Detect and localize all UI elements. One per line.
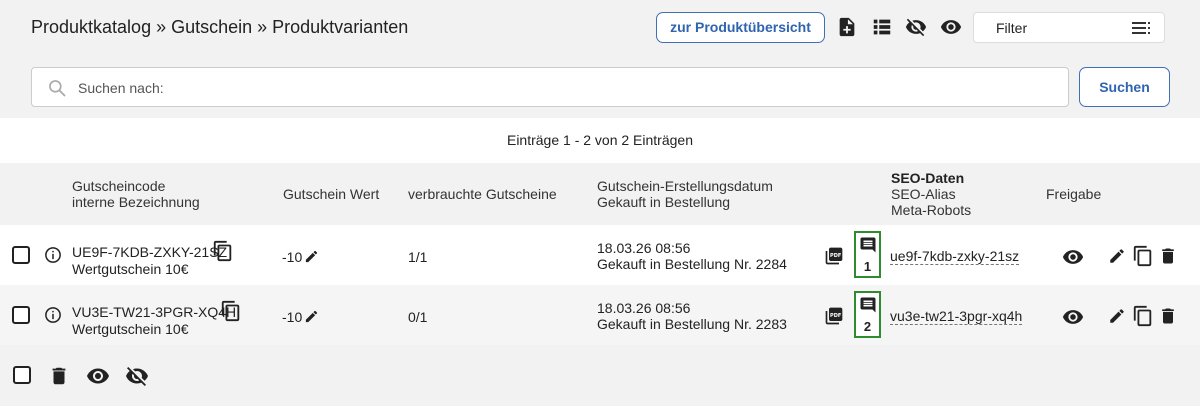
header-internal-name: interne Bezeichnung [72, 194, 200, 210]
bulk-delete-icon[interactable] [48, 364, 70, 388]
header-meta-robots: Meta-Robots [891, 202, 972, 218]
edit-icon[interactable] [1108, 307, 1126, 325]
svg-text:PDF: PDF [830, 253, 841, 259]
used-count: 0/1 [408, 309, 428, 325]
voucher-code: VU3E-TW21-3PGR-XQ4H [72, 304, 237, 320]
seo-alias-link[interactable]: ue9f-7kdb-zxky-21sz [890, 249, 1020, 265]
row-checkbox[interactable] [12, 306, 30, 324]
delete-icon[interactable] [1158, 245, 1178, 267]
bulk-actions-bar [0, 345, 1200, 406]
voucher-code: UE9F-7KDB-ZXKY-21SZ [72, 244, 228, 260]
eye-icon[interactable] [1062, 306, 1084, 328]
header-created: Gutschein-Erstellungsdatum [597, 178, 773, 194]
seo-alias-link[interactable]: vu3e-tw21-3pgr-xq4h [890, 309, 1023, 325]
row-checkbox[interactable] [12, 246, 30, 264]
search-input[interactable]: Suchen nach: [31, 67, 1069, 107]
filter-label: Filter [996, 20, 1028, 36]
edit-pencil-icon[interactable] [304, 249, 319, 264]
voucher-value: -10 [282, 309, 303, 325]
pdf-icon[interactable]: PDF [824, 306, 844, 326]
table-header: Gutscheincode interne Bezeichnung Gutsch… [0, 163, 1200, 225]
duplicate-icon[interactable] [1132, 245, 1154, 267]
header-used: verbrauchte Gutscheine [408, 186, 557, 202]
select-all-checkbox[interactable] [13, 366, 31, 384]
bulk-hide-icon[interactable] [125, 364, 149, 388]
search-placeholder: Suchen nach: [78, 80, 164, 96]
internal-name: Wertgutschein 10€ [72, 321, 189, 337]
header-value: Gutschein Wert [283, 186, 380, 202]
voucher-value: -10 [282, 249, 303, 265]
copy-icon[interactable] [212, 240, 234, 262]
duplicate-icon[interactable] [1132, 305, 1154, 327]
comments-button[interactable]: 2 [854, 291, 881, 338]
comments-button[interactable]: 1 [854, 231, 881, 278]
order-info: Gekauft in Bestellung Nr. 2284 [597, 256, 787, 272]
header-seo-alias: SEO-Alias [891, 186, 956, 202]
table-row: VU3E-TW21-3PGR-XQ4H Wertgutschein 10€ -1… [0, 285, 1200, 345]
entries-info: Einträge 1 - 2 von 2 Einträgen [506, 132, 693, 148]
comment-count: 2 [863, 319, 872, 334]
order-info: Gekauft in Bestellung Nr. 2283 [597, 316, 787, 332]
eye-icon[interactable] [1062, 246, 1084, 268]
filter-lines-icon [1132, 22, 1150, 34]
delete-icon[interactable] [1158, 305, 1178, 327]
comment-icon [860, 297, 876, 313]
search-bar: Suchen nach: Suchen [0, 56, 1200, 118]
internal-name: Wertgutschein 10€ [72, 261, 189, 277]
product-overview-button[interactable]: zur Produktübersicht [656, 12, 825, 43]
comment-count: 1 [863, 259, 872, 274]
bulk-show-icon[interactable] [86, 364, 110, 388]
page-header: Produktkatalog » Gutschein » Produktvari… [0, 0, 1200, 56]
pdf-icon[interactable]: PDF [824, 246, 844, 266]
header-bought-in: Gekauft in Bestellung [597, 194, 731, 210]
search-icon [49, 80, 66, 97]
edit-pencil-icon[interactable] [304, 309, 319, 324]
edit-icon[interactable] [1108, 247, 1126, 265]
page-title: Produktkatalog » Gutschein » Produktvari… [31, 17, 409, 37]
header-code: Gutscheincode [72, 178, 166, 194]
header-release: Freigabe [1046, 186, 1102, 202]
list-view-icon[interactable] [871, 16, 893, 38]
svg-text:PDF: PDF [830, 313, 841, 319]
creation-date: 18.03.26 08:56 [597, 300, 691, 316]
creation-date: 18.03.26 08:56 [597, 240, 691, 256]
eye-icon[interactable] [940, 16, 962, 38]
filter-dropdown[interactable]: Filter [973, 12, 1165, 43]
info-icon[interactable] [44, 306, 62, 324]
copy-icon[interactable] [220, 300, 242, 322]
info-icon[interactable] [44, 246, 62, 264]
eye-off-icon[interactable] [905, 16, 927, 38]
comment-icon [860, 237, 876, 253]
search-button[interactable]: Suchen [1079, 67, 1170, 107]
add-document-icon[interactable] [836, 16, 858, 38]
header-seo-title: SEO-Daten [891, 170, 965, 186]
table-row: UE9F-7KDB-ZXKY-21SZ Wertgutschein 10€ -1… [0, 225, 1200, 285]
used-count: 1/1 [408, 249, 428, 265]
